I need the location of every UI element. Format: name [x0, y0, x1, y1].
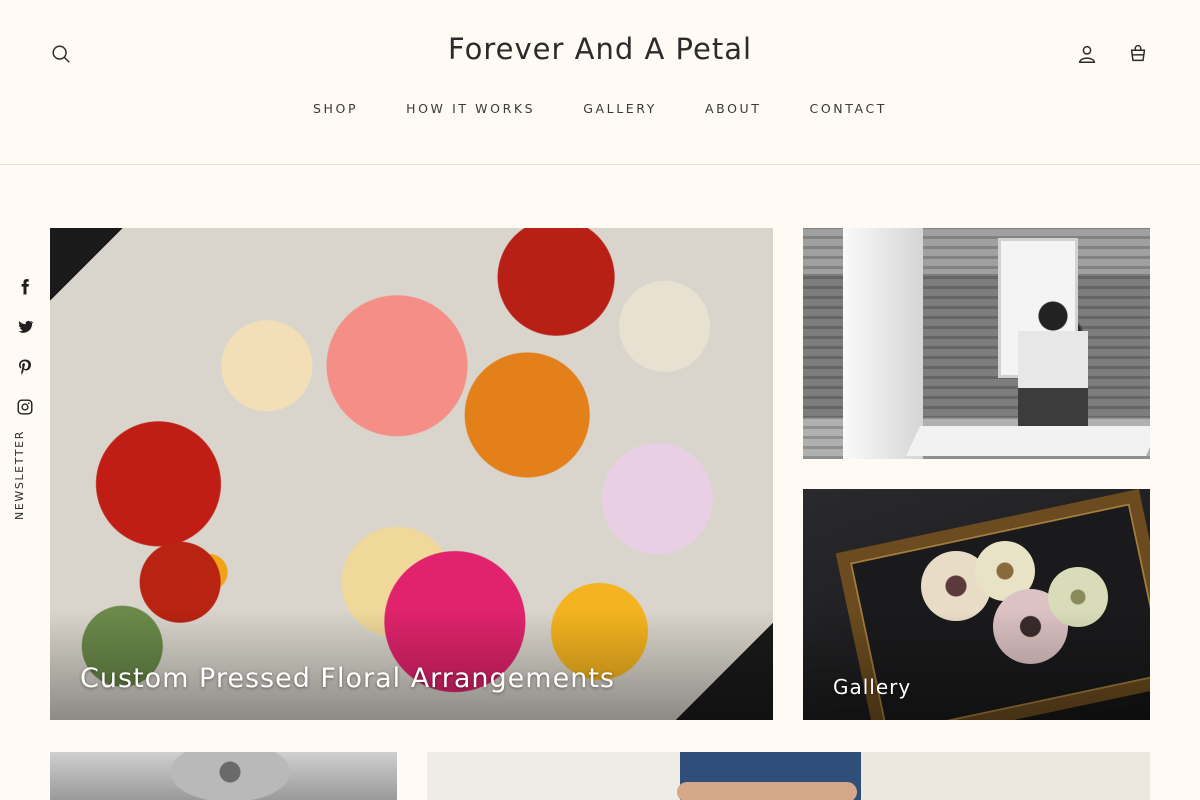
twitter-icon[interactable] — [14, 316, 36, 338]
work-table — [906, 426, 1150, 456]
custom-arrangements-tile[interactable]: Custom Pressed Floral Arrangements — [50, 228, 773, 720]
nav-item-how-it-works[interactable]: HOW IT WORKS — [404, 99, 537, 118]
flower-closeup-photo — [50, 752, 397, 800]
flower-petal — [170, 752, 290, 800]
nav-item-contact[interactable]: CONTACT — [808, 99, 889, 118]
newsletter-tab[interactable]: NEWSLETTER — [13, 430, 26, 520]
user-icon[interactable] — [1074, 41, 1100, 67]
instagram-icon[interactable] — [14, 396, 36, 418]
site-logo[interactable]: Forever And A Petal — [0, 32, 1200, 66]
nav-item-about[interactable]: ABOUT — [703, 99, 764, 118]
custom-arrangements-label: Custom Pressed Floral Arrangements — [80, 663, 615, 694]
site-header: Forever And A Petal SHOP HOW IT WORKS GA… — [0, 0, 1200, 165]
main-navigation: SHOP HOW IT WORKS GALLERY ABOUT CONTACT — [0, 99, 1200, 118]
shopping-bag-icon[interactable] — [1125, 40, 1151, 66]
social-sidebar — [14, 276, 38, 436]
facebook-icon[interactable] — [14, 276, 36, 298]
gallery-tile[interactable]: Gallery — [803, 489, 1150, 720]
nav-item-shop[interactable]: SHOP — [311, 99, 360, 118]
pressed-flower — [1048, 567, 1108, 627]
workspace-photo — [427, 752, 1150, 800]
studio-photo — [803, 228, 1150, 459]
hands-figure — [677, 782, 857, 800]
window-light — [843, 228, 923, 459]
nav-item-gallery[interactable]: GALLERY — [581, 99, 659, 118]
gallery-label: Gallery — [833, 675, 912, 699]
pinterest-icon[interactable] — [14, 356, 36, 378]
